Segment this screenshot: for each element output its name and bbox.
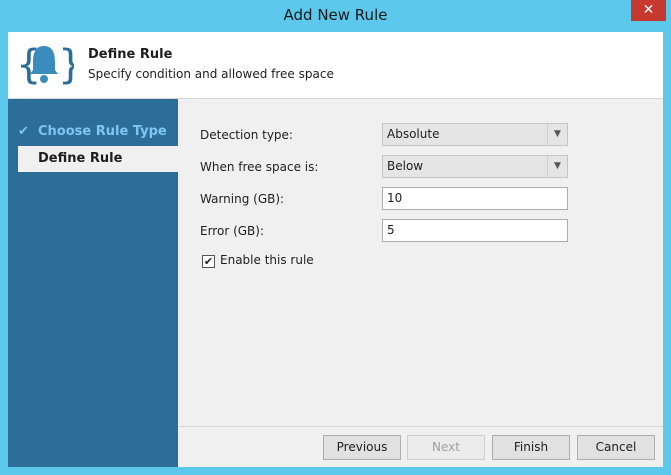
warning-input[interactable]: 10	[382, 187, 568, 210]
free-space-select[interactable]: Below ▼	[382, 155, 568, 178]
close-button[interactable]: ✕	[631, 0, 666, 21]
checkmark-icon: ✔	[18, 124, 29, 139]
detection-type-label: Detection type:	[200, 128, 293, 142]
wizard-header: { } Define Rule Specify condition and al…	[8, 32, 663, 99]
header-title: Define Rule	[88, 47, 173, 62]
error-label: Error (GB):	[200, 224, 265, 238]
bell-braces-icon: { }	[16, 42, 74, 88]
chevron-down-icon[interactable]: ▼	[547, 156, 567, 177]
rule-form: Detection type: Absolute ▼ When free spa…	[178, 99, 663, 424]
free-space-value: Below	[387, 159, 424, 173]
chevron-down-icon[interactable]: ▼	[547, 124, 567, 145]
button-bar: Previous Next Finish Cancel	[178, 426, 663, 468]
window-title: Add New Rule	[283, 6, 388, 24]
step-label: Define Rule	[38, 151, 123, 166]
free-space-label: When free space is:	[200, 160, 319, 174]
step-choose-rule-type[interactable]: ✔ Choose Rule Type	[18, 119, 178, 145]
wizard-steps: ✔ Choose Rule Type Define Rule	[8, 99, 178, 467]
finish-button[interactable]: Finish	[492, 435, 570, 460]
error-input[interactable]: 5	[382, 219, 568, 242]
step-define-rule[interactable]: Define Rule	[18, 146, 178, 172]
header-subtitle: Specify condition and allowed free space	[88, 67, 334, 81]
next-button[interactable]: Next	[407, 435, 485, 460]
detection-type-value: Absolute	[387, 127, 440, 141]
previous-button[interactable]: Previous	[323, 435, 401, 460]
add-rule-window: Add New Rule ✕ { } Define Rule Specify c…	[0, 0, 671, 475]
svg-text:}: }	[58, 42, 74, 88]
enable-rule-label[interactable]: Enable this rule	[220, 253, 314, 267]
step-label: Choose Rule Type	[38, 124, 167, 139]
enable-rule-checkbox[interactable]: ✔	[202, 255, 215, 268]
title-bar[interactable]: Add New Rule ✕	[0, 0, 671, 32]
cancel-button[interactable]: Cancel	[577, 435, 655, 460]
detection-type-select[interactable]: Absolute ▼	[382, 123, 568, 146]
dialog-client: { } Define Rule Specify condition and al…	[8, 32, 663, 467]
warning-label: Warning (GB):	[200, 192, 285, 206]
